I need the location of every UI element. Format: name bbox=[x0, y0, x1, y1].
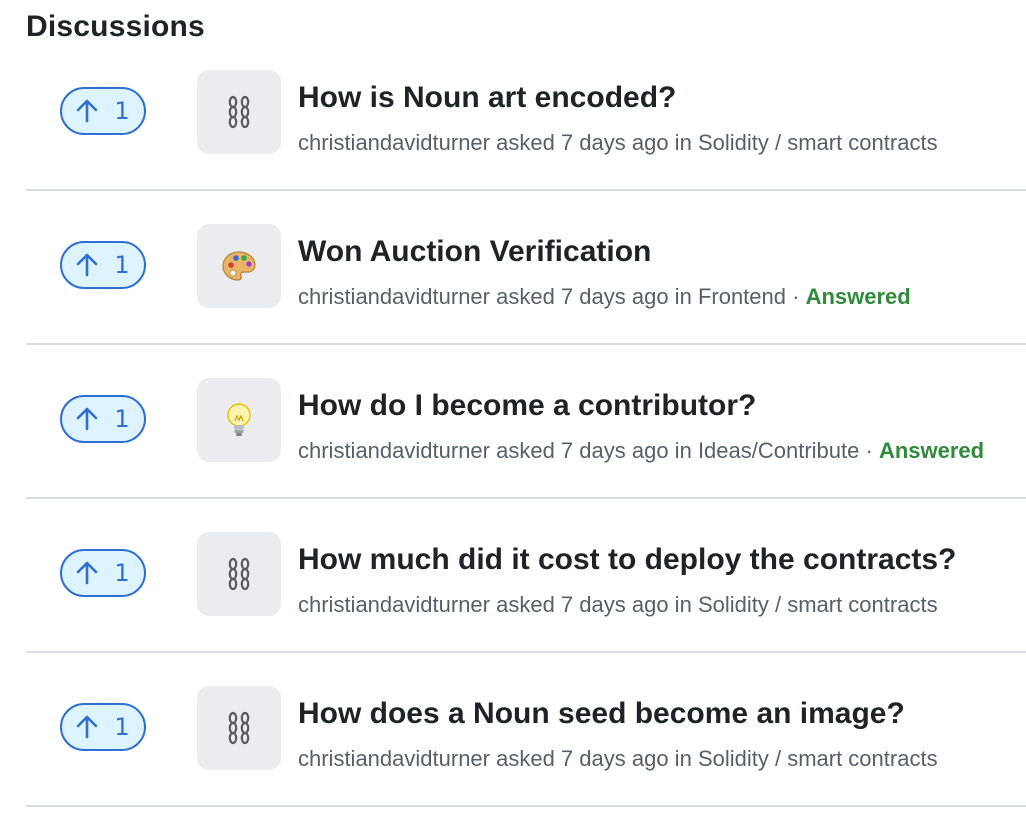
author-link[interactable]: christiandavidturner bbox=[298, 130, 490, 155]
discussion-meta: christiandavidturner asked 7 days ago in… bbox=[298, 592, 1026, 618]
vote-count: 1 bbox=[114, 251, 130, 279]
separator-dot: · bbox=[792, 284, 800, 309]
arrow-up-icon bbox=[76, 407, 98, 431]
asked-text: asked 7 days ago in bbox=[496, 438, 692, 463]
discussion-row: 1 How do I become a contributor? christi… bbox=[26, 345, 1026, 499]
asked-text: asked 7 days ago in bbox=[496, 284, 692, 309]
answered-badge: Answered bbox=[878, 438, 985, 463]
discussion-row: 1 Won Auction Verification christiandavi… bbox=[26, 191, 1026, 345]
arrow-up-icon bbox=[76, 561, 98, 585]
vote-count: 1 bbox=[114, 405, 130, 433]
asked-text: asked 7 days ago in bbox=[496, 592, 692, 617]
category-emoji-chains-icon bbox=[197, 686, 281, 770]
category-emoji-chains-icon bbox=[197, 532, 281, 616]
discussion-title-link[interactable]: How do I become a contributor? bbox=[298, 389, 756, 423]
asked-text: asked 7 days ago in bbox=[496, 746, 692, 771]
asked-text: asked 7 days ago in bbox=[496, 130, 692, 155]
discussion-row: 1 How does a Noun seed become an image? … bbox=[26, 653, 1026, 807]
author-link[interactable]: christiandavidturner bbox=[298, 592, 490, 617]
category-emoji-lightbulb-icon bbox=[197, 378, 281, 462]
vote-count: 1 bbox=[114, 97, 130, 125]
category-link[interactable]: Solidity / smart contracts bbox=[698, 592, 938, 617]
vote-count: 1 bbox=[114, 559, 130, 587]
discussion-meta: christiandavidturner asked 7 days ago in… bbox=[298, 746, 1026, 772]
upvote-button[interactable]: 1 bbox=[60, 87, 146, 135]
category-link[interactable]: Ideas/Contribute bbox=[698, 438, 859, 463]
author-link[interactable]: christiandavidturner bbox=[298, 438, 490, 463]
category-link[interactable]: Solidity / smart contracts bbox=[698, 130, 938, 155]
arrow-up-icon bbox=[76, 99, 98, 123]
separator-dot: · bbox=[865, 438, 873, 463]
discussion-meta: christiandavidturner asked 7 days ago in… bbox=[298, 284, 1026, 310]
author-link[interactable]: christiandavidturner bbox=[298, 284, 490, 309]
discussion-title-link[interactable]: How does a Noun seed become an image? bbox=[298, 697, 905, 731]
discussion-title-link[interactable]: How is Noun art encoded? bbox=[298, 81, 676, 115]
discussion-row: 1 How is Noun art encoded? christiandavi… bbox=[26, 37, 1026, 191]
vote-count: 1 bbox=[114, 713, 130, 741]
discussion-title-link[interactable]: How much did it cost to deploy the contr… bbox=[298, 543, 956, 577]
arrow-up-icon bbox=[76, 715, 98, 739]
category-link[interactable]: Solidity / smart contracts bbox=[698, 746, 938, 771]
category-link[interactable]: Frontend bbox=[698, 284, 786, 309]
answered-badge: Answered bbox=[805, 284, 911, 309]
discussion-meta: christiandavidturner asked 7 days ago in… bbox=[298, 130, 1026, 156]
discussion-meta: christiandavidturner asked 7 days ago in… bbox=[298, 438, 1026, 464]
category-emoji-palette-icon bbox=[197, 224, 281, 308]
discussion-row: 1 How much did it cost to deploy the con… bbox=[26, 499, 1026, 653]
arrow-up-icon bbox=[76, 253, 98, 277]
upvote-button[interactable]: 1 bbox=[60, 549, 146, 597]
discussion-list: 1 How is Noun art encoded? christiandavi… bbox=[26, 37, 1026, 807]
discussion-title-link[interactable]: Won Auction Verification bbox=[298, 235, 651, 269]
upvote-button[interactable]: 1 bbox=[60, 395, 146, 443]
author-link[interactable]: christiandavidturner bbox=[298, 746, 490, 771]
upvote-button[interactable]: 1 bbox=[60, 241, 146, 289]
category-emoji-chains-icon bbox=[197, 70, 281, 154]
upvote-button[interactable]: 1 bbox=[60, 703, 146, 751]
